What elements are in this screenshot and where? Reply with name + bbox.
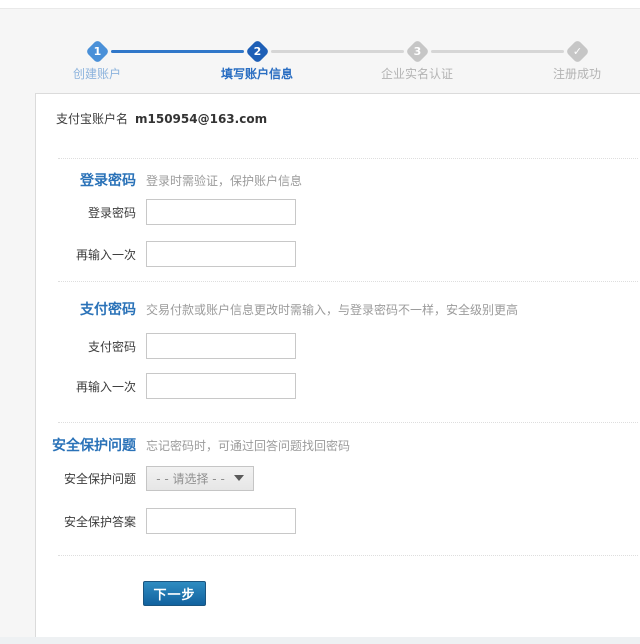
pay-password-input[interactable]: [146, 333, 296, 359]
login-password-field-row: 登录密码: [36, 199, 640, 225]
step-4-label: 注册成功: [512, 65, 640, 82]
divider: [58, 281, 638, 282]
step-connector-3-4: [431, 50, 564, 53]
step-3-marker: 3: [405, 39, 429, 63]
check-icon: ✓: [569, 43, 586, 60]
security-question-select[interactable]: - - 请选择 - -: [146, 466, 254, 491]
step-2-marker: 2: [245, 39, 269, 63]
step-1-marker: 1: [85, 39, 109, 63]
bottom-strip: [0, 637, 640, 644]
divider: [58, 555, 638, 556]
divider: [58, 422, 638, 423]
pay-password-label: 支付密码: [36, 338, 136, 355]
step-4-marker: ✓: [565, 39, 589, 63]
top-strip: [0, 0, 640, 9]
login-password-section-header: 登录密码 登录时需验证，保护账户信息: [36, 170, 640, 190]
step-3-number: 3: [409, 43, 426, 60]
security-question-row: 安全保护问题 - - 请选择 - -: [36, 465, 640, 491]
step-wizard: 1 2 3 ✓ 创建账户 填写账户信息 企业实名认证 注册成功: [0, 9, 640, 93]
login-password-confirm-label: 再输入一次: [36, 246, 136, 263]
pay-password-field-row: 支付密码: [36, 333, 640, 359]
divider: [58, 158, 638, 159]
security-question-section-header: 安全保护问题 忘记密码时，可通过回答问题找回密码: [36, 435, 640, 455]
security-question-selected-value: - - 请选择 - -: [147, 470, 234, 487]
pay-password-confirm-input[interactable]: [146, 373, 296, 399]
login-password-section-desc: 登录时需验证，保护账户信息: [146, 172, 302, 189]
security-question-section-title: 安全保护问题: [36, 435, 136, 455]
next-step-button[interactable]: 下一步: [143, 581, 206, 606]
step-2-label: 填写账户信息: [192, 65, 322, 82]
security-question-label: 安全保护问题: [36, 470, 136, 487]
login-password-confirm-input[interactable]: [146, 241, 296, 267]
step-1-label: 创建账户: [32, 65, 162, 82]
pay-password-confirm-row: 再输入一次: [36, 373, 640, 399]
account-value: m150954@163.com: [135, 112, 267, 126]
pay-password-confirm-label: 再输入一次: [36, 378, 136, 395]
chevron-down-icon: [234, 475, 244, 481]
step-3-label: 企业实名认证: [352, 65, 482, 82]
login-password-input[interactable]: [146, 199, 296, 225]
step-connector-1-2: [111, 50, 244, 53]
pay-password-section-header: 支付密码 交易付款或账户信息更改时需输入，与登录密码不一样，安全级别更高: [36, 299, 640, 319]
step-1-number: 1: [89, 43, 106, 60]
security-answer-input[interactable]: [146, 508, 296, 534]
account-label: 支付宝账户名: [36, 110, 128, 127]
login-password-confirm-row: 再输入一次: [36, 241, 640, 267]
security-answer-row: 安全保护答案: [36, 508, 640, 534]
security-question-section-desc: 忘记密码时，可通过回答问题找回密码: [146, 437, 350, 454]
step-connector-2-3: [271, 50, 404, 53]
form-panel: 支付宝账户名 m150954@163.com 登录密码 登录时需验证，保护账户信…: [35, 93, 640, 638]
security-answer-label: 安全保护答案: [36, 513, 136, 530]
pay-password-section-desc: 交易付款或账户信息更改时需输入，与登录密码不一样，安全级别更高: [146, 301, 518, 318]
step-2-number: 2: [249, 43, 266, 60]
login-password-section-title: 登录密码: [36, 170, 136, 190]
pay-password-section-title: 支付密码: [36, 299, 136, 319]
account-row: 支付宝账户名 m150954@163.com: [36, 110, 640, 127]
login-password-label: 登录密码: [36, 204, 136, 221]
